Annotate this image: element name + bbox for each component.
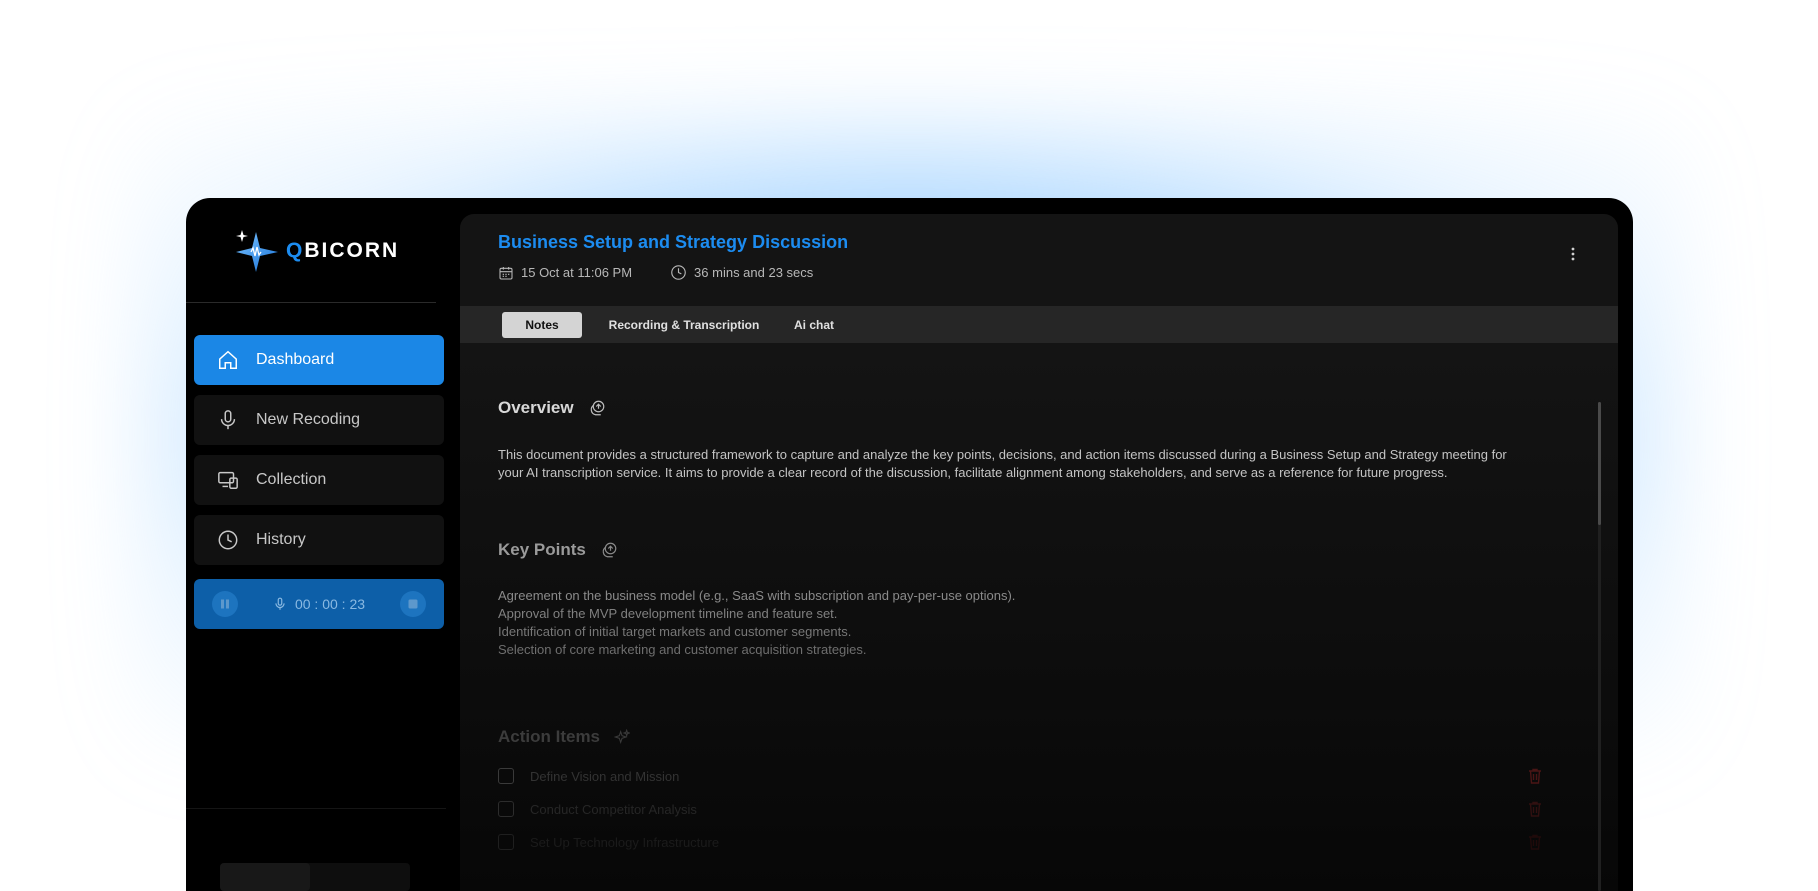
tab-recording-transcription[interactable]: Recording & Transcription <box>600 312 768 338</box>
home-icon <box>216 348 240 372</box>
sidebar-item-label: Collection <box>256 471 327 488</box>
clock-icon <box>671 265 686 280</box>
copy-icon[interactable] <box>588 399 606 417</box>
trash-icon[interactable] <box>1528 834 1542 850</box>
sparkle-logo-icon <box>236 230 278 272</box>
sidebar-bottom-divider <box>186 808 446 809</box>
pause-icon <box>221 599 229 609</box>
action-items-heading: Action Items <box>498 727 631 747</box>
sidebar: QBICORN Dashboard New Recoding Collectio… <box>186 198 456 891</box>
overview-text: This document provides a structured fram… <box>498 447 1507 480</box>
page-title: Business Setup and Strategy Discussion <box>498 232 849 252</box>
pause-button[interactable] <box>212 591 238 617</box>
sparkle-icon[interactable] <box>614 729 631 745</box>
tab-notes[interactable]: Notes <box>502 312 582 338</box>
tab-bar: Notes Recording & Transcription Ai chat <box>460 306 1618 343</box>
key-point-item: Selection of core marketing and customer… <box>498 642 867 657</box>
trash-icon[interactable] <box>1528 768 1542 784</box>
main-panel: Business Setup and Strategy Discussion 1… <box>460 214 1618 891</box>
action-item-label: Conduct Competitor Analysis <box>530 801 697 817</box>
stop-icon <box>408 599 418 609</box>
action-item-row: Set Up Technology Infrastructure <box>498 832 1542 852</box>
notes-content: Overview This document provides a struct… <box>460 343 1618 891</box>
action-item-label: Set Up Technology Infrastructure <box>530 834 720 850</box>
clock-icon <box>216 528 240 552</box>
microphone-icon <box>216 408 240 432</box>
sidebar-item-label: History <box>256 531 306 548</box>
sidebar-item-new-recoding[interactable]: New Recoding <box>194 395 444 445</box>
key-point-item: Identification of initial target markets… <box>498 624 852 639</box>
stop-button[interactable] <box>400 591 426 617</box>
kebab-menu-icon <box>1571 247 1575 261</box>
copy-icon[interactable] <box>600 541 618 559</box>
devices-icon <box>216 468 240 492</box>
action-item-row: Conduct Competitor Analysis <box>498 799 1542 819</box>
action-item-checkbox[interactable] <box>498 768 514 784</box>
calendar-icon <box>499 266 513 280</box>
action-item-row: Define Vision and Mission <box>498 766 1542 786</box>
recording-time: 00 : 00 : 23 <box>294 596 366 612</box>
scrollbar-thumb[interactable] <box>1598 402 1601 525</box>
key-point-item: Agreement on the business model (e.g., S… <box>498 588 1016 603</box>
action-item-checkbox[interactable] <box>498 834 514 850</box>
meeting-date: 15 Oct at 11:06 PM <box>498 265 632 281</box>
key-points-heading: Key Points <box>498 540 618 560</box>
key-point-item: Approval of the MVP development timeline… <box>498 606 838 621</box>
meeting-meta: 15 Oct at 11:06 PM 36 mins and 23 secs <box>498 264 851 281</box>
microphone-icon <box>275 597 285 610</box>
overview-heading: Overview <box>498 398 606 418</box>
tab-ai-chat[interactable]: Ai chat <box>780 312 848 338</box>
sidebar-item-collection[interactable]: Collection <box>194 455 444 505</box>
sidebar-footer-toggle[interactable] <box>220 863 410 891</box>
logo: QBICORN <box>232 228 399 274</box>
meeting-duration: 36 mins and 23 secs <box>670 264 813 281</box>
sidebar-item-label: Dashboard <box>256 351 335 368</box>
sidebar-item-history[interactable]: History <box>194 515 444 565</box>
action-item-checkbox[interactable] <box>498 801 514 817</box>
trash-icon[interactable] <box>1528 801 1542 817</box>
sidebar-divider <box>186 302 436 303</box>
sidebar-item-dashboard[interactable]: Dashboard <box>194 335 444 385</box>
more-options-button[interactable] <box>1570 246 1576 266</box>
recording-controls: 00 : 00 : 23 <box>194 579 444 629</box>
action-item-label: Define Vision and Mission <box>530 768 680 784</box>
sidebar-item-label: New Recoding <box>256 411 361 428</box>
logo-wordmark: QBICORN <box>286 239 400 262</box>
app-window: QBICORN Dashboard New Recoding Collectio… <box>186 198 1633 891</box>
recording-timer: 00 : 00 : 23 <box>273 596 365 612</box>
